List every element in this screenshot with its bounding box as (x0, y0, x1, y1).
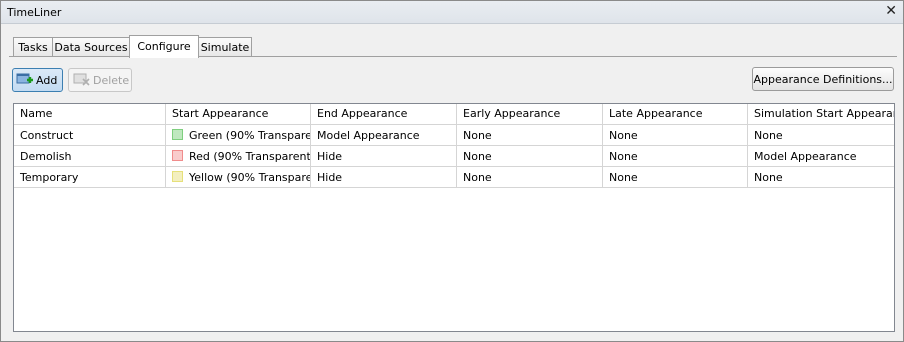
cell-early-appearance[interactable]: None (457, 146, 603, 167)
cell-late-appearance[interactable]: None (603, 125, 748, 146)
delete-icon (73, 73, 90, 86)
cell-start-appearance[interactable]: Yellow (90% Transparer (166, 167, 311, 188)
close-icon[interactable]: ✕ (885, 3, 897, 19)
appearance-table: Name Start Appearance End Appearance Ear… (13, 103, 895, 332)
column-header-start-appearance[interactable]: Start Appearance (166, 104, 311, 124)
tab-tasks[interactable]: Tasks (13, 37, 53, 57)
start-appearance-value: Red (90% Transparent) (189, 150, 311, 163)
cell-early-appearance[interactable]: None (457, 167, 603, 188)
tab-data-sources[interactable]: Data Sources (52, 37, 130, 57)
column-header-end-appearance[interactable]: End Appearance (311, 104, 457, 124)
cell-name[interactable]: Construct (14, 125, 166, 146)
table-row[interactable]: Construct Green (90% Transparen Model Ap… (14, 125, 894, 146)
column-header-early-appearance[interactable]: Early Appearance (457, 104, 603, 124)
appearance-swatch-icon (172, 171, 183, 182)
delete-button-label: Delete (93, 74, 130, 87)
delete-button[interactable]: Delete (68, 68, 132, 92)
appearance-definitions-button[interactable]: Appearance Definitions... (752, 67, 894, 91)
cell-late-appearance[interactable]: None (603, 167, 748, 188)
cell-late-appearance[interactable]: None (603, 146, 748, 167)
table-row[interactable]: Temporary Yellow (90% Transparer Hide No… (14, 167, 894, 188)
column-header-simulation-start-appearance[interactable]: Simulation Start Appearan (748, 104, 894, 124)
cell-end-appearance[interactable]: Hide (311, 146, 457, 167)
cell-end-appearance[interactable]: Model Appearance (311, 125, 457, 146)
cell-simulation-start-appearance[interactable]: Model Appearance (748, 146, 894, 167)
cell-start-appearance[interactable]: Green (90% Transparen (166, 125, 311, 146)
cell-simulation-start-appearance[interactable]: None (748, 125, 894, 146)
appearance-swatch-icon (172, 129, 183, 140)
table-row[interactable]: Demolish Red (90% Transparent) Hide None… (14, 146, 894, 167)
column-header-name[interactable]: Name (14, 104, 166, 124)
add-icon (16, 73, 33, 84)
table-header: Name Start Appearance End Appearance Ear… (14, 104, 894, 125)
window-title: TimeLiner (7, 6, 62, 19)
cell-simulation-start-appearance[interactable]: None (748, 167, 894, 188)
cell-name[interactable]: Demolish (14, 146, 166, 167)
start-appearance-value: Green (90% Transparen (189, 129, 311, 142)
tab-simulate[interactable]: Simulate (198, 37, 252, 57)
cell-name[interactable]: Temporary (14, 167, 166, 188)
add-button[interactable]: Add (12, 68, 63, 92)
timeliner-window: TimeLiner ✕ Tasks Data Sources Configure… (0, 0, 904, 342)
cell-early-appearance[interactable]: None (457, 125, 603, 146)
column-header-late-appearance[interactable]: Late Appearance (603, 104, 748, 124)
add-button-label: Add (36, 74, 58, 87)
cell-end-appearance[interactable]: Hide (311, 167, 457, 188)
tab-configure[interactable]: Configure (129, 35, 199, 58)
cell-start-appearance[interactable]: Red (90% Transparent) (166, 146, 311, 167)
appearance-swatch-icon (172, 150, 183, 161)
start-appearance-value: Yellow (90% Transparer (189, 171, 311, 184)
title-bar: TimeLiner ✕ (1, 1, 903, 24)
